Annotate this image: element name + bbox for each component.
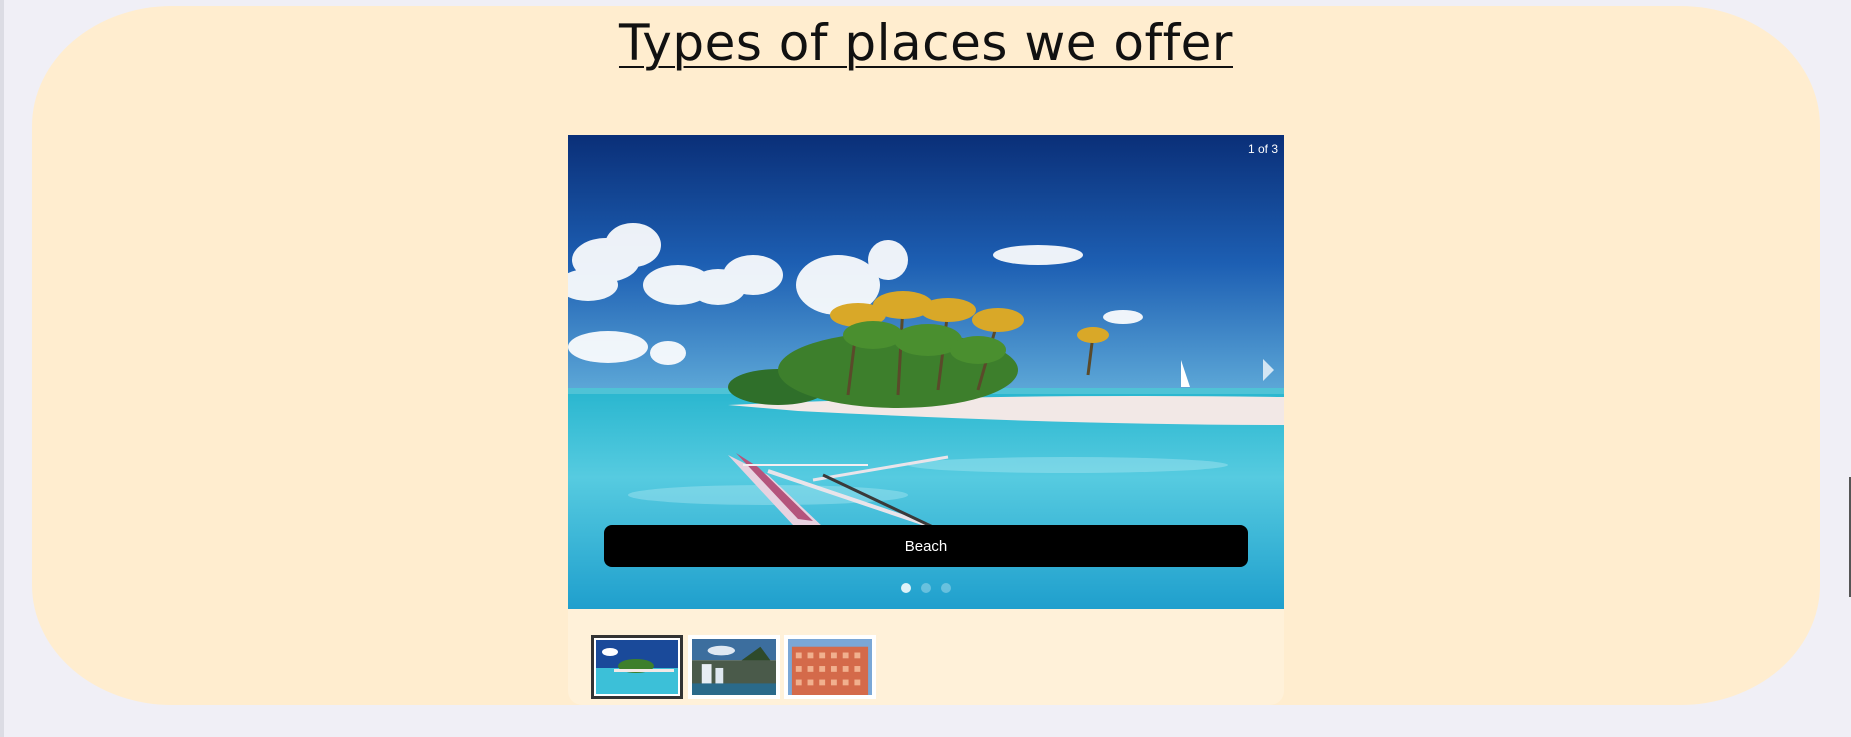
slide-dot-1[interactable] — [901, 583, 911, 593]
thumbnail-palace[interactable] — [784, 635, 876, 699]
slide-indicators — [568, 583, 1284, 593]
section-heading: Types of places we offer — [618, 14, 1233, 72]
thumbnail-beach[interactable] — [591, 635, 683, 699]
thumbnail-image-palace — [788, 639, 872, 695]
thumbnail-waterfall[interactable] — [688, 635, 780, 699]
chevron-right-icon[interactable] — [1263, 359, 1274, 381]
slide-counter: 1 of 3 — [1247, 142, 1278, 156]
thumbnail-strip — [568, 609, 1284, 705]
thumbnail-image-waterfall — [692, 639, 776, 695]
page-edge — [0, 0, 4, 737]
thumbnail-image-beach — [594, 638, 680, 696]
slide-dot-2[interactable] — [921, 583, 931, 593]
slide-caption: Beach — [604, 525, 1248, 567]
places-carousel: 1 of 3 Beach — [568, 135, 1284, 609]
slide-dot-3[interactable] — [941, 583, 951, 593]
